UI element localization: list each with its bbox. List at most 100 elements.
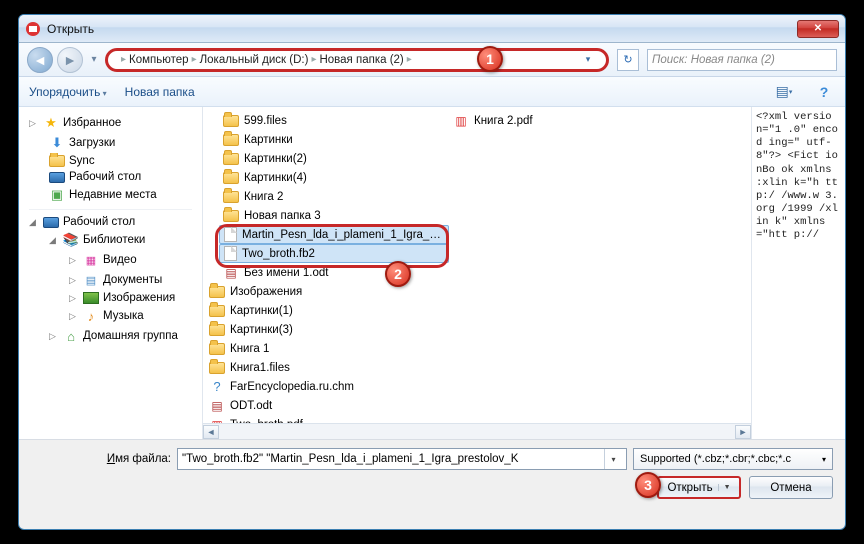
libraries-icon: 📚 [63,232,79,248]
sidebar-item-recent[interactable]: Недавние места [69,189,157,201]
cancel-button[interactable]: Отмена [749,476,833,499]
chm-icon: ? [209,379,225,395]
desktop-header[interactable]: Рабочий стол [63,216,135,228]
libraries-header[interactable]: Библиотеки [83,234,145,246]
file-item[interactable]: Картинки(1) [205,301,435,320]
favorites-header[interactable]: Избранное [63,117,121,129]
file-icon [224,227,237,242]
file-label: ODT.odt [230,400,431,412]
folder-icon [223,134,239,146]
sidebar-item-video[interactable]: Видео [103,254,137,266]
file-label: FarEncyclopedia.ru.chm [230,381,431,393]
nav-pane[interactable]: ▷★Избранное ⬇Загрузки Sync Рабочий стол … [19,107,203,439]
breadcrumb-item[interactable]: Компьютер [129,54,189,66]
annotation-marker-2: 2 [385,261,411,287]
sidebar-item-downloads[interactable]: Загрузки [69,137,115,149]
folder-icon [209,362,225,374]
nav-history-dropdown[interactable]: ▾ [87,47,101,73]
help-button[interactable]: ? [813,82,835,102]
file-item[interactable]: Картинки(2) [219,149,449,168]
file-label: Книга 2.pdf [474,115,675,127]
file-type-filter[interactable]: Supported (*.cbz;*.cbr;*.cbc;*.c ▾ [633,448,833,470]
file-list[interactable]: 2 599.files Картинки Картинки(2) Картинки(4… [203,107,751,439]
file-label: Картинки(2) [244,153,445,165]
new-folder-button[interactable]: Новая папка [125,85,195,99]
breadcrumb-dropdown[interactable]: ▾ [580,54,596,65]
file-item[interactable]: ▤ ODT.odt [205,396,435,415]
sidebar-item-sync[interactable]: Sync [69,155,95,167]
file-label: Книга1.files [230,362,431,374]
sidebar-item-desktop[interactable]: Рабочий стол [69,171,141,183]
file-item[interactable]: ? FarEncyclopedia.ru.chm [205,377,435,396]
sidebar-item-images[interactable]: Изображения [103,292,175,304]
folder-icon [223,115,239,127]
titlebar[interactable]: Открыть ✕ [19,15,845,43]
file-label: Two_broth.fb2 [242,248,444,260]
file-item[interactable]: Книга1.files [205,358,435,377]
folder-icon [209,286,225,298]
sidebar-item-homegroup[interactable]: Домашняя группа [83,330,178,342]
folder-icon [209,343,225,355]
annotation-marker-3: 3 [635,472,661,498]
preview-pane: <?xml versio n="1 .0" encod ing=" utf- 8… [751,107,845,439]
file-item[interactable]: Книга 1 [205,339,435,358]
annotation-marker-1: 1 [477,46,503,72]
recent-places-icon: ▣ [49,187,65,203]
open-button[interactable]: Открыть▼ [657,476,741,499]
open-dialog-window: Открыть ✕ ◄ ► ▾ ▸ Компьютер ▸ Локальный … [18,14,846,530]
search-placeholder: Поиск: Новая папка (2) [652,54,775,66]
file-label: Картинки(1) [230,305,431,317]
nav-bar: ◄ ► ▾ ▸ Компьютер ▸ Локальный диск (D:) … [19,43,845,77]
dialog-body: ▷★Избранное ⬇Загрузки Sync Рабочий стол … [19,107,845,439]
nav-forward-button[interactable]: ► [57,47,83,73]
file-icon [224,246,237,261]
pdf-icon: ▥ [453,113,469,129]
file-item[interactable]: Martin_Pesn_lda_i_plameni_1_Igra_p... [219,225,449,244]
filename-input[interactable]: "Two_broth.fb2" "Martin_Pesn_lda_i_plame… [177,448,627,470]
close-button[interactable]: ✕ [797,20,839,38]
folder-icon [223,172,239,184]
horizontal-scrollbar[interactable]: ◄ ► [203,423,751,439]
file-label: 599.files [244,115,445,127]
nav-back-button[interactable]: ◄ [27,47,53,73]
file-item[interactable]: Новая папка 3 [219,206,449,225]
file-item[interactable]: Картинки [219,130,449,149]
desktop-icon [49,172,65,183]
search-input[interactable]: Поиск: Новая папка (2) [647,49,837,71]
music-icon: ♪ [83,308,99,324]
file-label: Картинки [244,134,445,146]
file-label: Без имени 1.odt [244,267,445,279]
scroll-right-button[interactable]: ► [735,425,751,439]
folder-icon [49,155,65,167]
sidebar-item-music[interactable]: Музыка [103,310,144,322]
file-item[interactable]: ▥ Книга 2.pdf [449,111,679,130]
organize-menu[interactable]: Упорядочить [29,85,107,99]
refresh-button[interactable]: ↻ [617,49,639,71]
folder-icon [209,324,225,336]
file-item[interactable]: ▤ Без имени 1.odt [219,263,449,282]
file-label: Новая папка 3 [244,210,445,222]
file-item[interactable]: Картинки(3) [205,320,435,339]
toolbar: Упорядочить Новая папка ▤▾ ? [19,77,845,107]
view-options-button[interactable]: ▤▾ [773,82,795,102]
folder-icon [223,210,239,222]
breadcrumb-item[interactable]: Локальный диск (D:) [200,54,309,66]
window-title: Открыть [47,22,797,36]
breadcrumb-item[interactable]: Новая папка (2) [319,54,403,66]
star-icon: ★ [43,115,59,131]
file-item[interactable]: Картинки(4) [219,168,449,187]
file-item[interactable]: Книга 2 [219,187,449,206]
documents-icon: ▤ [83,272,99,288]
file-item[interactable]: 599.files [219,111,449,130]
odt-icon: ▤ [209,398,225,414]
scroll-left-button[interactable]: ◄ [203,425,219,439]
file-label: Картинки(4) [244,172,445,184]
breadcrumb-bar[interactable]: ▸ Компьютер ▸ Локальный диск (D:) ▸ Нова… [105,48,609,72]
sidebar-item-documents[interactable]: Документы [103,274,162,286]
video-icon: ▦ [83,252,99,268]
downloads-icon: ⬇ [49,135,65,151]
odt-icon: ▤ [223,265,239,281]
file-item[interactable]: Two_broth.fb2 [219,244,449,263]
filename-history-dropdown[interactable]: ▾ [604,449,622,469]
folder-icon [223,191,239,203]
